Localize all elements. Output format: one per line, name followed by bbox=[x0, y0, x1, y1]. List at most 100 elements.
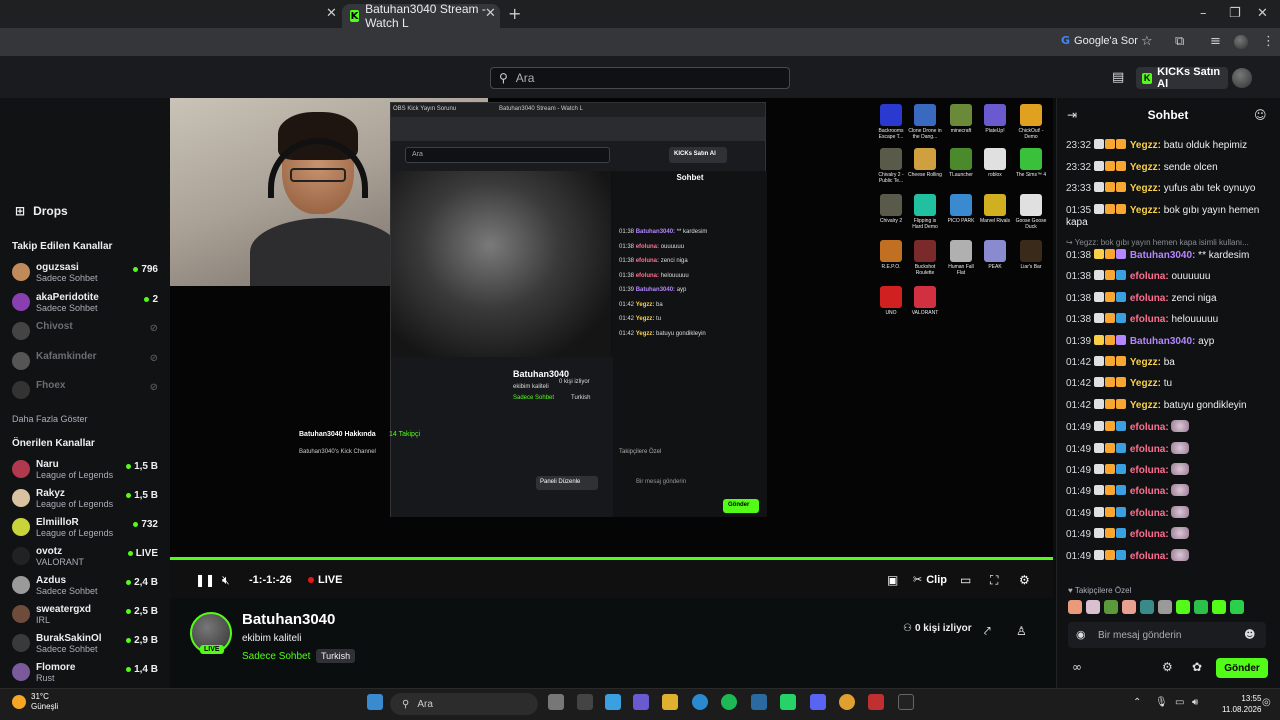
emote-row[interactable] bbox=[1068, 600, 1244, 614]
channel-item[interactable]: Flomore Rust 1,4 B bbox=[12, 662, 162, 690]
search-input[interactable]: ⚲ Ara bbox=[490, 67, 790, 89]
edge-icon[interactable] bbox=[692, 694, 708, 710]
chat-message[interactable]: 01:42 Yegzz: batuyu gondikleyin bbox=[1066, 398, 1276, 412]
channel-item[interactable]: Kafamkinder ⊘ bbox=[12, 351, 162, 379]
channel-item[interactable]: sweatergxd IRL 2,5 B bbox=[12, 604, 162, 632]
chat-message[interactable]: 01:39 Batuhan3040: ayp bbox=[1066, 334, 1276, 348]
tray-chevron-icon[interactable]: ⌃ bbox=[1133, 697, 1141, 708]
gift-icon[interactable]: ✿ bbox=[1192, 660, 1202, 674]
chat-message[interactable]: 01:38 Batuhan3040: ** kardesim bbox=[1066, 249, 1276, 262]
new-tab-button[interactable]: + bbox=[508, 4, 521, 23]
streamer-name[interactable]: Batuhan3040 bbox=[242, 611, 335, 628]
chat-username[interactable]: Batuhan3040: bbox=[1130, 250, 1196, 261]
notification-icon[interactable]: ◎ bbox=[1262, 697, 1271, 708]
taskview-icon[interactable] bbox=[548, 694, 564, 710]
window-close-icon[interactable]: ✕ bbox=[1257, 6, 1268, 21]
chat-username[interactable]: Yegzz: bbox=[1130, 400, 1161, 411]
taskbar-clock[interactable]: 13:55 11.08.2026 bbox=[1222, 693, 1261, 715]
points-icon[interactable]: ∞ bbox=[1072, 660, 1082, 674]
weather-widget[interactable]: 31°C Güneşli bbox=[12, 692, 58, 712]
theater-icon[interactable]: ▣ bbox=[887, 573, 898, 587]
chat-message[interactable]: 01:49 efoluna: bbox=[1066, 420, 1276, 434]
channel-item[interactable]: ElmiilloR League of Legends 732 bbox=[12, 517, 162, 545]
chat-username[interactable]: efoluna: bbox=[1130, 486, 1169, 497]
chat-message[interactable]: 01:42 Yegzz: tu bbox=[1066, 377, 1276, 390]
chat-settings-icon[interactable]: ⚙ bbox=[1162, 660, 1173, 674]
chat-message[interactable]: 01:38 efoluna: ouuuuuu bbox=[1066, 270, 1276, 283]
show-more-link[interactable]: Daha Fazla Göster bbox=[12, 414, 88, 424]
widgets-icon[interactable] bbox=[577, 694, 593, 710]
explorer-icon[interactable] bbox=[662, 694, 678, 710]
channel-item[interactable]: ovotz VALORANT LIVE bbox=[12, 546, 162, 574]
maximize-icon[interactable]: ❐ bbox=[1229, 6, 1241, 21]
obs-icon[interactable] bbox=[868, 694, 884, 710]
chat-username[interactable]: efoluna: bbox=[1130, 551, 1169, 562]
chat-username[interactable]: efoluna: bbox=[1130, 271, 1169, 282]
chat-username[interactable]: efoluna: bbox=[1130, 508, 1169, 519]
chrome-icon[interactable] bbox=[839, 694, 855, 710]
chat-username[interactable]: Yegzz: bbox=[1130, 162, 1161, 173]
taskbar-search[interactable]: ⚲ Ara bbox=[390, 693, 538, 715]
mic-icon[interactable]: 🎙︎ bbox=[1155, 697, 1168, 708]
chat-username[interactable]: Yegzz: bbox=[1130, 378, 1161, 389]
start-icon[interactable] bbox=[367, 694, 383, 710]
chat-message[interactable]: 01:49 efoluna: bbox=[1066, 441, 1276, 456]
channel-item[interactable]: akaPeridotite Sadece Sohbet 2 bbox=[12, 292, 162, 320]
chat-username[interactable]: Yegzz: bbox=[1130, 140, 1161, 151]
extensions-icon[interactable]: ⧉ bbox=[1175, 34, 1184, 49]
chat-username[interactable]: Yegzz: bbox=[1130, 183, 1161, 194]
mute-icon[interactable]: 🔇︎ bbox=[222, 573, 230, 588]
chat-message[interactable]: 01:49 efoluna: bbox=[1066, 548, 1276, 563]
stream-language[interactable]: Turkish bbox=[316, 649, 356, 663]
pause-icon[interactable]: ❚❚ bbox=[195, 573, 215, 587]
chat-message[interactable]: 23:32 Yegzz: sende olcen bbox=[1066, 160, 1276, 174]
channel-item[interactable]: Azdus Sadece Sohbet 2,4 B bbox=[12, 575, 162, 603]
menu-icon[interactable]: ⋮ bbox=[1262, 34, 1275, 49]
chat-username[interactable]: Batuhan3040: bbox=[1130, 336, 1196, 347]
chat-username[interactable]: efoluna: bbox=[1130, 529, 1169, 540]
chat-username[interactable]: Yegzz: bbox=[1130, 357, 1161, 368]
chat-message[interactable]: 01:49 efoluna: bbox=[1066, 463, 1276, 477]
channel-item[interactable]: Chivost ⊘ bbox=[12, 321, 162, 349]
profile-avatar[interactable] bbox=[1234, 35, 1248, 49]
emoji-icon[interactable]: ☻ bbox=[1244, 628, 1255, 641]
chat-message[interactable]: 01:38 efoluna: helouuuuu bbox=[1066, 313, 1276, 326]
browser-tab[interactable]: K Batuhan3040 Stream - Watch L bbox=[342, 2, 500, 30]
fullscreen-icon[interactable]: ⛶ bbox=[990, 573, 998, 588]
chat-message[interactable]: 01:49 efoluna: bbox=[1066, 505, 1276, 520]
stream-category[interactable]: Sadece Sohbet bbox=[242, 651, 310, 662]
channel-item[interactable]: BurakSakinOl Sadece Sohbet 2,9 B bbox=[12, 633, 162, 661]
google-ask-button[interactable]: G Google'a Sor bbox=[1061, 34, 1138, 47]
media-icon[interactable]: ≡ bbox=[1210, 34, 1221, 49]
chat-message[interactable]: 23:33 Yegzz: yufus abı tek oynuyo bbox=[1066, 182, 1276, 195]
volume-icon[interactable]: 🔊︎ bbox=[1192, 697, 1198, 708]
share-icon[interactable]: ⤤ bbox=[984, 624, 991, 639]
chat-username[interactable]: efoluna: bbox=[1130, 465, 1169, 476]
spotify-icon[interactable] bbox=[721, 694, 737, 710]
star-icon[interactable]: ☆ bbox=[1141, 34, 1153, 49]
epic-icon[interactable] bbox=[898, 694, 914, 710]
chat-input[interactable]: Bir mesaj gönderin bbox=[1068, 622, 1266, 648]
library-icon[interactable]: ▤ bbox=[1112, 70, 1124, 85]
chat-message[interactable]: 01:35 Yegzz: bok gıbı yayın hemen bbox=[1066, 203, 1276, 217]
drops-link[interactable]: ⊞ Drops bbox=[15, 204, 68, 218]
clip-button[interactable]: ✂ Clip bbox=[913, 573, 947, 586]
send-button[interactable]: Gönder bbox=[1216, 658, 1268, 678]
copilot-icon[interactable] bbox=[605, 694, 621, 710]
follow-icon[interactable]: ♙ bbox=[1016, 624, 1027, 638]
chat-message[interactable]: 01:42 Yegzz: ba bbox=[1066, 356, 1276, 369]
chat-username[interactable]: efoluna: bbox=[1130, 422, 1169, 433]
network-icon[interactable]: ▭ bbox=[1175, 697, 1184, 708]
channel-item[interactable]: oguzsasi Sadece Sohbet 796 bbox=[12, 262, 162, 290]
minimize-icon[interactable]: – bbox=[1200, 6, 1207, 21]
chat-message[interactable]: 01:49 efoluna: bbox=[1066, 527, 1276, 541]
whatsapp-icon[interactable] bbox=[780, 694, 796, 710]
channel-item[interactable]: Naru League of Legends 1,5 B bbox=[12, 459, 162, 487]
record-icon[interactable]: ◉ bbox=[1076, 628, 1086, 641]
channel-item[interactable]: Fhoex ⊘ bbox=[12, 380, 162, 408]
users-icon[interactable]: ☺ bbox=[1254, 108, 1267, 122]
chat-message[interactable]: 01:38 efoluna: zenci niga bbox=[1066, 291, 1276, 305]
discord-icon[interactable] bbox=[810, 694, 826, 710]
chat-username[interactable]: efoluna: bbox=[1130, 444, 1169, 455]
close-icon[interactable]: ✕ bbox=[326, 6, 337, 21]
